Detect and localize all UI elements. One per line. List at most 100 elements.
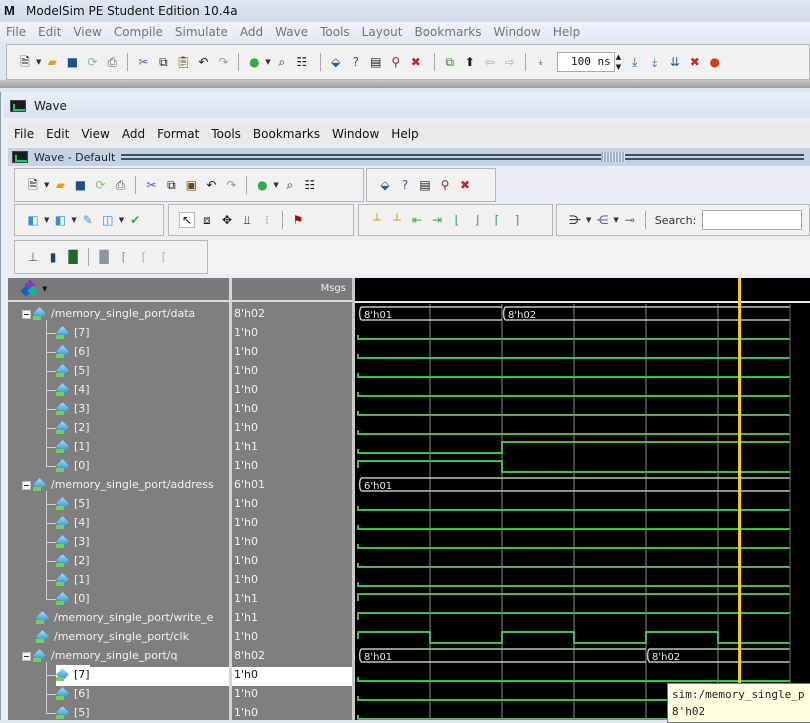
signal-bit-row[interactable]: [0] [56, 589, 90, 608]
signal-bit-row[interactable]: [1] [56, 570, 90, 589]
dropdown-arrow-icon[interactable]: ▼ [71, 216, 76, 224]
delta-icon[interactable]: ⊸ [622, 212, 638, 228]
cut-icon[interactable]: ✂ [135, 54, 151, 70]
signal-bit-row[interactable]: [5] [56, 494, 90, 513]
signal-bit-row[interactable]: [6] [56, 684, 90, 703]
next-falling-icon[interactable]: ⌋ [469, 212, 485, 228]
up-arrow-icon[interactable]: ⬆ [462, 54, 478, 70]
dropdown-arrow-icon[interactable]: ▼ [36, 58, 41, 66]
redo-icon[interactable]: ↷ [215, 54, 231, 70]
open-folder-icon[interactable]: ▰ [44, 54, 60, 70]
signal-bit-row[interactable]: [2] [56, 551, 90, 570]
select-mode-icon[interactable]: ↖ [179, 212, 195, 228]
collapse-time-icon[interactable]: ⋲ [594, 212, 610, 228]
pane-splitter[interactable] [229, 278, 232, 720]
reload-icon[interactable]: ⟳ [84, 54, 100, 70]
wave-gray-block-icon[interactable]: █ [96, 249, 112, 265]
wave-menu-view[interactable]: View [75, 127, 115, 141]
wave-menu-bookmarks[interactable]: Bookmarks [247, 127, 326, 141]
compile-icon[interactable]: ⬙ [328, 54, 344, 70]
dropdown-arrow-icon[interactable]: ▼ [119, 216, 124, 224]
menu-add[interactable]: Add [234, 25, 269, 39]
signal-bit-row[interactable]: [5] [56, 703, 90, 722]
help-icon[interactable]: ? [348, 54, 364, 70]
waveform-canvas[interactable]: 8'h01 8'h02 6'h01 8'h01 8'h02 [355, 278, 810, 720]
wave-line-icon[interactable]: ⊥ [25, 249, 41, 265]
signal-bit-row[interactable]: [0] [56, 456, 90, 475]
dropdown-arrow-icon[interactable]: ▼ [44, 216, 49, 224]
back-arrow-icon[interactable]: ⇦ [482, 54, 498, 70]
print-icon[interactable]: ⎙ [112, 177, 128, 193]
wave-step-yellow-icon[interactable]: ⌈ [156, 249, 172, 265]
wave-menu-help[interactable]: Help [385, 127, 424, 141]
continue-icon[interactable]: ⤈ [647, 54, 663, 70]
menu-bookmarks[interactable]: Bookmarks [408, 25, 487, 39]
find-icon[interactable]: ⌕ [282, 177, 298, 193]
signal-bit-row[interactable]: [4] [56, 380, 90, 399]
signal-bit-row[interactable]: [1] [56, 437, 90, 456]
collapse-icon[interactable]: ☷ [294, 54, 310, 70]
wave-menu-window[interactable]: Window [326, 127, 385, 141]
run-all-icon[interactable]: ⇊ [667, 54, 683, 70]
compile-icon[interactable]: ⬙ [377, 177, 393, 193]
menu-tools[interactable]: Tools [314, 25, 356, 39]
signal-bit-row[interactable]: [3] [56, 532, 90, 551]
print-icon[interactable]: ⎙ [104, 54, 120, 70]
signal-row[interactable]: /memory_single_port/data [22, 304, 195, 323]
delete-icon[interactable]: ✖ [457, 177, 473, 193]
new-file-icon[interactable]: 🗎 [17, 54, 33, 70]
signal-bit-row[interactable]: [4] [56, 513, 90, 532]
signal-row[interactable]: /memory_single_port/clk [36, 627, 189, 646]
signal-row[interactable]: /memory_single_port/write_e [36, 608, 213, 627]
menu-compile[interactable]: Compile [108, 25, 169, 39]
zoom-mode-icon[interactable]: ⧈ [199, 212, 215, 228]
wave-menu-add[interactable]: Add [116, 127, 151, 141]
dropdown-arrow-icon[interactable]: ▼ [265, 58, 270, 66]
dropdown-arrow-icon[interactable]: ▼ [273, 181, 278, 189]
wave-menu-edit[interactable]: Edit [40, 127, 75, 141]
next-rising-icon[interactable]: ⌉ [509, 212, 525, 228]
run-length-input[interactable]: 100 ns [556, 52, 615, 72]
bookmark-add-icon[interactable]: ◧ [25, 212, 41, 228]
run-icon[interactable]: ⤓ [627, 54, 643, 70]
menu-wave[interactable]: Wave [269, 25, 314, 39]
reload-icon[interactable]: ⟳ [92, 177, 108, 193]
dropdown-arrow-icon[interactable]: ▼ [42, 285, 47, 293]
menu-help[interactable]: Help [547, 25, 586, 39]
cut-icon[interactable]: ✂ [143, 177, 159, 193]
delete-cursor-icon[interactable]: ┴ [389, 212, 405, 228]
prev-falling-icon[interactable]: ⌊ [449, 212, 465, 228]
collapse-toggle-icon[interactable] [22, 651, 31, 661]
calendar-icon[interactable]: ▤ [417, 177, 433, 193]
menu-view[interactable]: View [67, 25, 107, 39]
prev-edge-icon[interactable]: ⇤ [409, 212, 425, 228]
dropdown-arrow-icon[interactable]: ▼ [613, 216, 618, 224]
wave-block-icon[interactable]: █ [65, 249, 81, 265]
signal-row[interactable]: /memory_single_port/address [22, 475, 214, 494]
pan-mode-icon[interactable]: ✥ [219, 212, 235, 228]
dock-handle[interactable] [121, 152, 804, 162]
calendar-icon[interactable]: ▤ [368, 54, 384, 70]
add-icon[interactable]: ● [246, 54, 262, 70]
save-icon[interactable]: ■ [64, 54, 80, 70]
stoplight-icon[interactable]: ⚑ [290, 212, 306, 228]
wave-step-light-icon[interactable]: ⌈ [136, 249, 152, 265]
redo-icon[interactable]: ↷ [223, 177, 239, 193]
signal-bit-row[interactable]: [7] [56, 665, 90, 684]
undo-icon[interactable]: ↶ [195, 54, 211, 70]
open-folder-icon[interactable]: ▰ [52, 177, 68, 193]
expand-time-icon[interactable]: ⋺ [567, 212, 583, 228]
forward-arrow-icon[interactable]: ⇨ [502, 54, 518, 70]
signal-bit-row[interactable]: [7] [56, 323, 90, 342]
collapse-toggle-icon[interactable] [22, 309, 31, 319]
menu-file[interactable]: File [0, 25, 32, 39]
layout-icon[interactable]: ⧉ [442, 54, 458, 70]
next-edge-icon[interactable]: ⇥ [429, 212, 445, 228]
new-file-icon[interactable]: 🗎 [25, 177, 41, 193]
paste-icon[interactable]: 📋︎ [175, 54, 191, 70]
cursor-mode-icon[interactable]: ⫫ [239, 212, 255, 228]
delete-icon[interactable]: ✖ [408, 54, 424, 70]
signal-group-icon[interactable] [20, 279, 39, 297]
signal-bit-row[interactable]: [2] [56, 418, 90, 437]
bookmark-check-icon[interactable]: ✔ [127, 212, 143, 228]
